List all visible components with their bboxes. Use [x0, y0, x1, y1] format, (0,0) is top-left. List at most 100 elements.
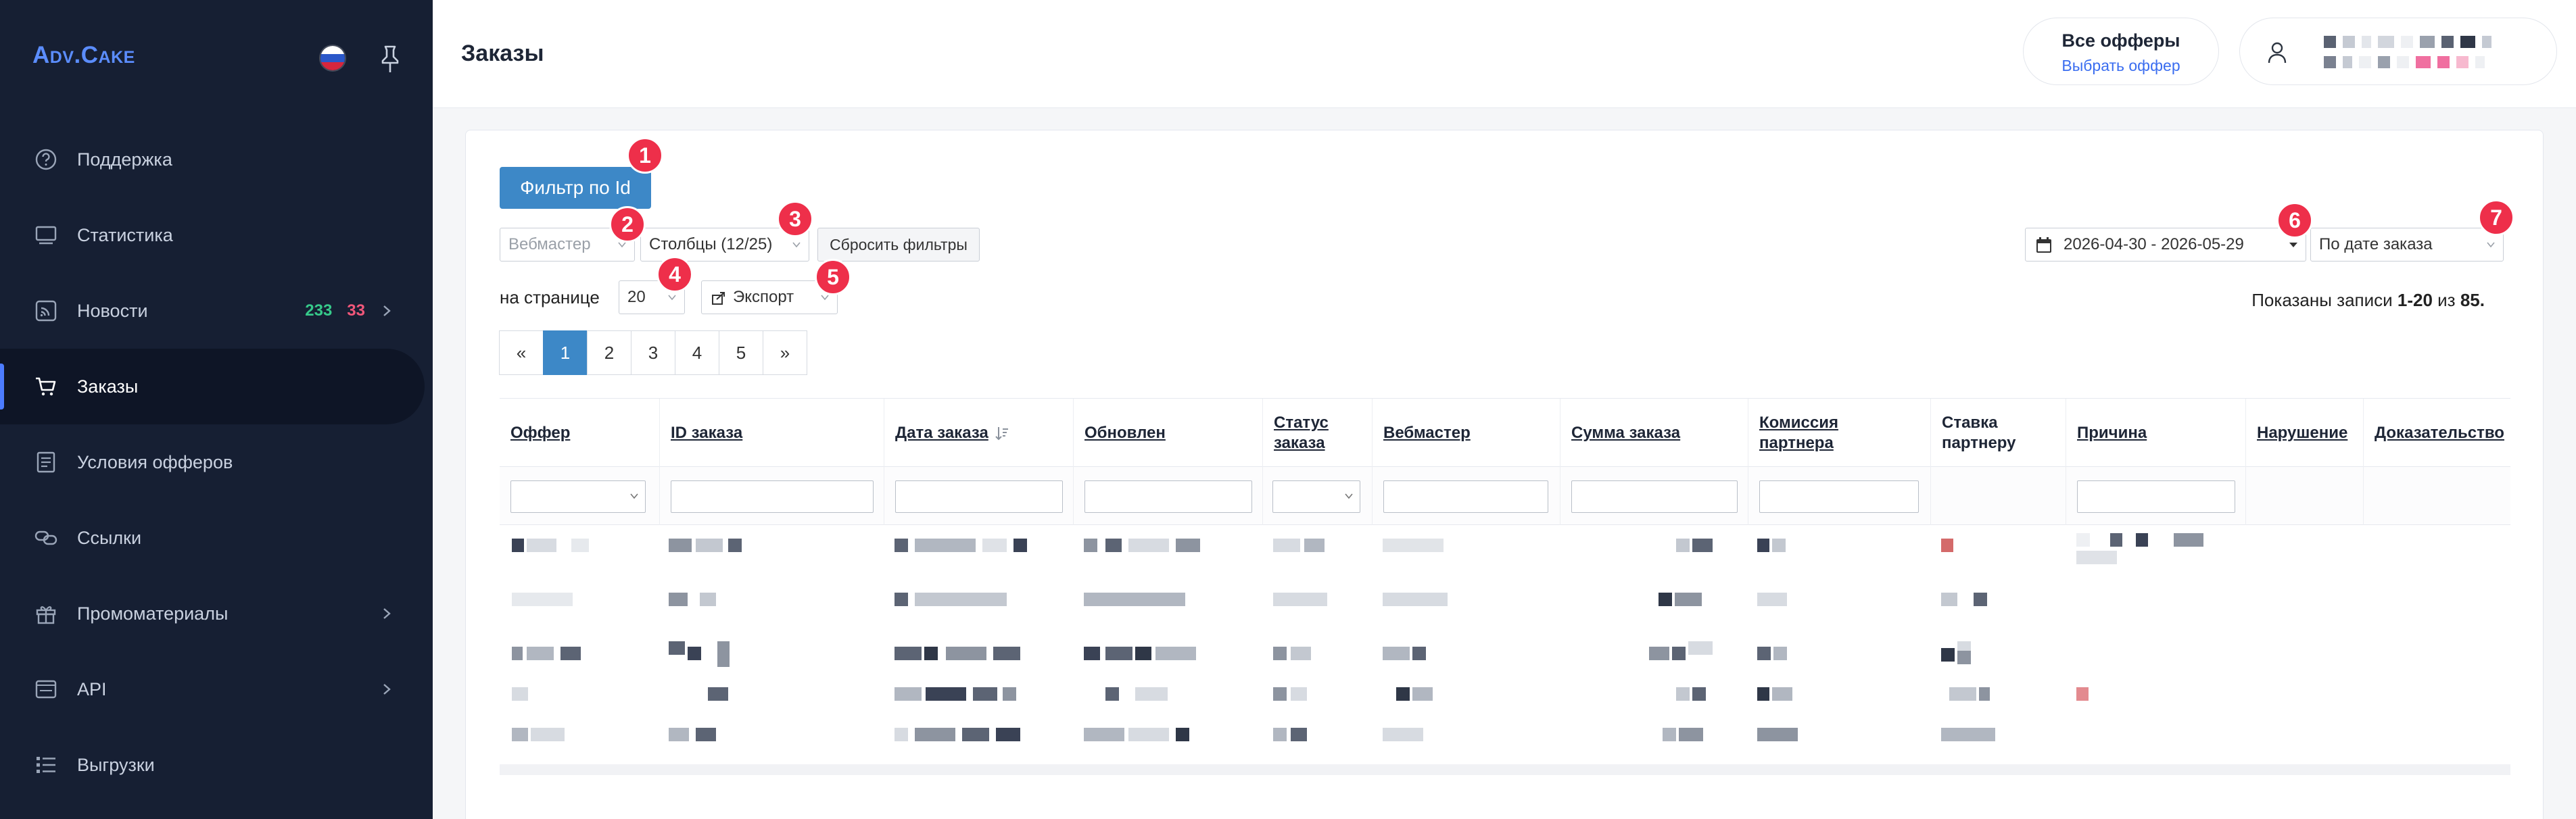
- sidebar-item-promo[interactable]: Промоматериалы: [0, 576, 433, 651]
- chevron-right-icon: [383, 608, 391, 619]
- pagination-page[interactable]: 4: [675, 330, 719, 375]
- pin-icon[interactable]: [380, 45, 400, 74]
- page-title: Заказы: [461, 41, 544, 66]
- summary-prefix: Показаны записи: [2251, 290, 2398, 310]
- redacted-user-email: [2324, 56, 2485, 68]
- summary-total: 85.: [2460, 290, 2485, 310]
- sidebar-item-offer-terms[interactable]: Условия офферов: [0, 424, 433, 500]
- annotation-marker: 7: [2478, 199, 2514, 236]
- annotation-marker: 3: [777, 201, 813, 237]
- news-badges: 233 33: [305, 301, 365, 320]
- column-header-updated[interactable]: Обновлен: [1073, 399, 1262, 468]
- order-date-filter-input[interactable]: [895, 480, 1063, 513]
- table-row[interactable]: [500, 587, 2510, 639]
- offer-selector[interactable]: Все офферы Выбрать оффер: [2023, 18, 2219, 85]
- cart-icon: [32, 373, 59, 400]
- chevron-down-icon: [2487, 242, 2495, 248]
- sidebar-item-orders[interactable]: Заказы: [0, 349, 425, 424]
- sidebar-item-label: Промоматериалы: [77, 603, 229, 624]
- pagination-next[interactable]: »: [763, 330, 807, 375]
- date-mode-select[interactable]: По дате заказа: [2310, 228, 2504, 262]
- news-badge-new: 233: [305, 301, 333, 320]
- pagination-page[interactable]: 2: [587, 330, 631, 375]
- sidebar-item-label: Выгрузки: [77, 754, 155, 775]
- sidebar-item-label: API: [77, 678, 107, 699]
- choose-offer-link[interactable]: Выбрать оффер: [2024, 57, 2218, 75]
- webmaster-filter-input[interactable]: [1383, 480, 1548, 513]
- webmaster-select-placeholder: Вебмастер: [508, 235, 591, 253]
- reason-filter-input[interactable]: [2077, 480, 2235, 513]
- column-header-evidence[interactable]: Доказательство: [2363, 399, 2510, 468]
- per-page-value: 20: [627, 288, 646, 306]
- export-label: Экспорт: [733, 288, 794, 306]
- rss-icon: [32, 297, 59, 324]
- link-icon: [32, 524, 59, 551]
- column-header-partner-commission[interactable]: Комиссия партнера: [1748, 399, 1930, 468]
- pagination-page[interactable]: 5: [719, 330, 763, 375]
- summary-range: 1-20: [2397, 290, 2433, 310]
- export-icon: [712, 292, 725, 305]
- sidebar-item-label: Заказы: [77, 376, 139, 397]
- column-header-violation[interactable]: Нарушение: [2245, 399, 2363, 468]
- column-header-order-id[interactable]: ID заказа: [659, 399, 884, 468]
- sidebar-item-label: Статистика: [77, 224, 173, 245]
- sidebar-item-news[interactable]: Новости 233 33: [0, 273, 433, 349]
- column-header-reason[interactable]: Причина: [2066, 399, 2245, 468]
- offer-filter-select[interactable]: [510, 480, 646, 513]
- annotation-marker: 2: [609, 206, 646, 243]
- pagination-prev[interactable]: «: [499, 330, 544, 375]
- chevron-down-icon: [792, 242, 801, 248]
- column-header-webmaster[interactable]: Вебмастер: [1372, 399, 1560, 468]
- orders-table: Оффер ID заказа Дата заказа Обновлен Ста…: [500, 398, 2510, 782]
- sidebar-item-support[interactable]: Поддержка: [0, 122, 433, 197]
- filter-by-id-button[interactable]: Фильтр по Id: [500, 167, 651, 209]
- table-row[interactable]: [500, 533, 2510, 585]
- redacted-user-name: [2324, 36, 2491, 48]
- language-flag-icon[interactable]: [319, 45, 346, 72]
- sidebar-item-label: Поддержка: [77, 149, 172, 170]
- chevron-right-icon: [383, 684, 391, 695]
- user-icon: [2268, 42, 2287, 64]
- table-header: Оффер ID заказа Дата заказа Обновлен Ста…: [500, 398, 2510, 468]
- status-filter-select[interactable]: [1272, 480, 1360, 513]
- date-range-value: 2026-04-30 - 2026-05-29: [2064, 235, 2244, 253]
- annotation-marker: 1: [627, 137, 663, 174]
- column-header-order-date[interactable]: Дата заказа: [884, 399, 1073, 468]
- calendar-icon: [2036, 237, 2051, 253]
- sidebar-item-api[interactable]: API: [0, 651, 433, 727]
- reset-filters-button[interactable]: Сбросить фильтры: [817, 228, 980, 262]
- column-header-status[interactable]: Статус заказа: [1262, 399, 1372, 468]
- user-menu[interactable]: [2239, 18, 2557, 85]
- logo[interactable]: Adv.Cake: [32, 42, 135, 69]
- column-header-order-sum[interactable]: Сумма заказа: [1560, 399, 1748, 468]
- column-header-offer[interactable]: Оффер: [500, 399, 659, 468]
- sidebar-nav: Поддержка Статистика Новости 233 33 Заказ…: [0, 122, 433, 803]
- order-sum-filter-input[interactable]: [1571, 480, 1738, 513]
- table-body: [500, 525, 2510, 782]
- annotation-marker: 5: [815, 259, 851, 295]
- pagination-page[interactable]: 3: [631, 330, 675, 375]
- annotation-marker: 6: [2276, 202, 2313, 239]
- sidebar-item-exports[interactable]: Выгрузки: [0, 727, 433, 803]
- annotation-marker: 4: [657, 256, 693, 293]
- chevron-down-icon: [668, 295, 676, 301]
- sort-desc-icon: [995, 427, 1008, 441]
- commission-filter-input[interactable]: [1759, 480, 1919, 513]
- updated-filter-input[interactable]: [1084, 480, 1252, 513]
- chevron-down-icon: [1345, 493, 1353, 499]
- order-id-filter-input[interactable]: [671, 480, 874, 513]
- caret-down-icon: [2289, 243, 2297, 247]
- records-summary: Показаны записи 1-20 из 85.: [2251, 290, 2485, 311]
- sidebar-item-statistics[interactable]: Статистика: [0, 197, 433, 273]
- sidebar-item-label: Новости: [77, 300, 148, 321]
- table-footer-band: [500, 764, 2510, 775]
- sidebar: Adv.Cake Поддержка Статистика Новости 23…: [0, 0, 433, 819]
- chevron-down-icon: [630, 493, 638, 499]
- sidebar-item-label: Условия офферов: [77, 451, 233, 472]
- pagination-page[interactable]: 1: [543, 330, 588, 375]
- date-range-picker[interactable]: 2026-04-30 - 2026-05-29: [2025, 228, 2306, 262]
- sidebar-item-label: Ссылки: [77, 527, 142, 548]
- gift-icon: [32, 600, 59, 627]
- logo-prefix: Adv: [32, 42, 74, 68]
- sidebar-item-links[interactable]: Ссылки: [0, 500, 433, 576]
